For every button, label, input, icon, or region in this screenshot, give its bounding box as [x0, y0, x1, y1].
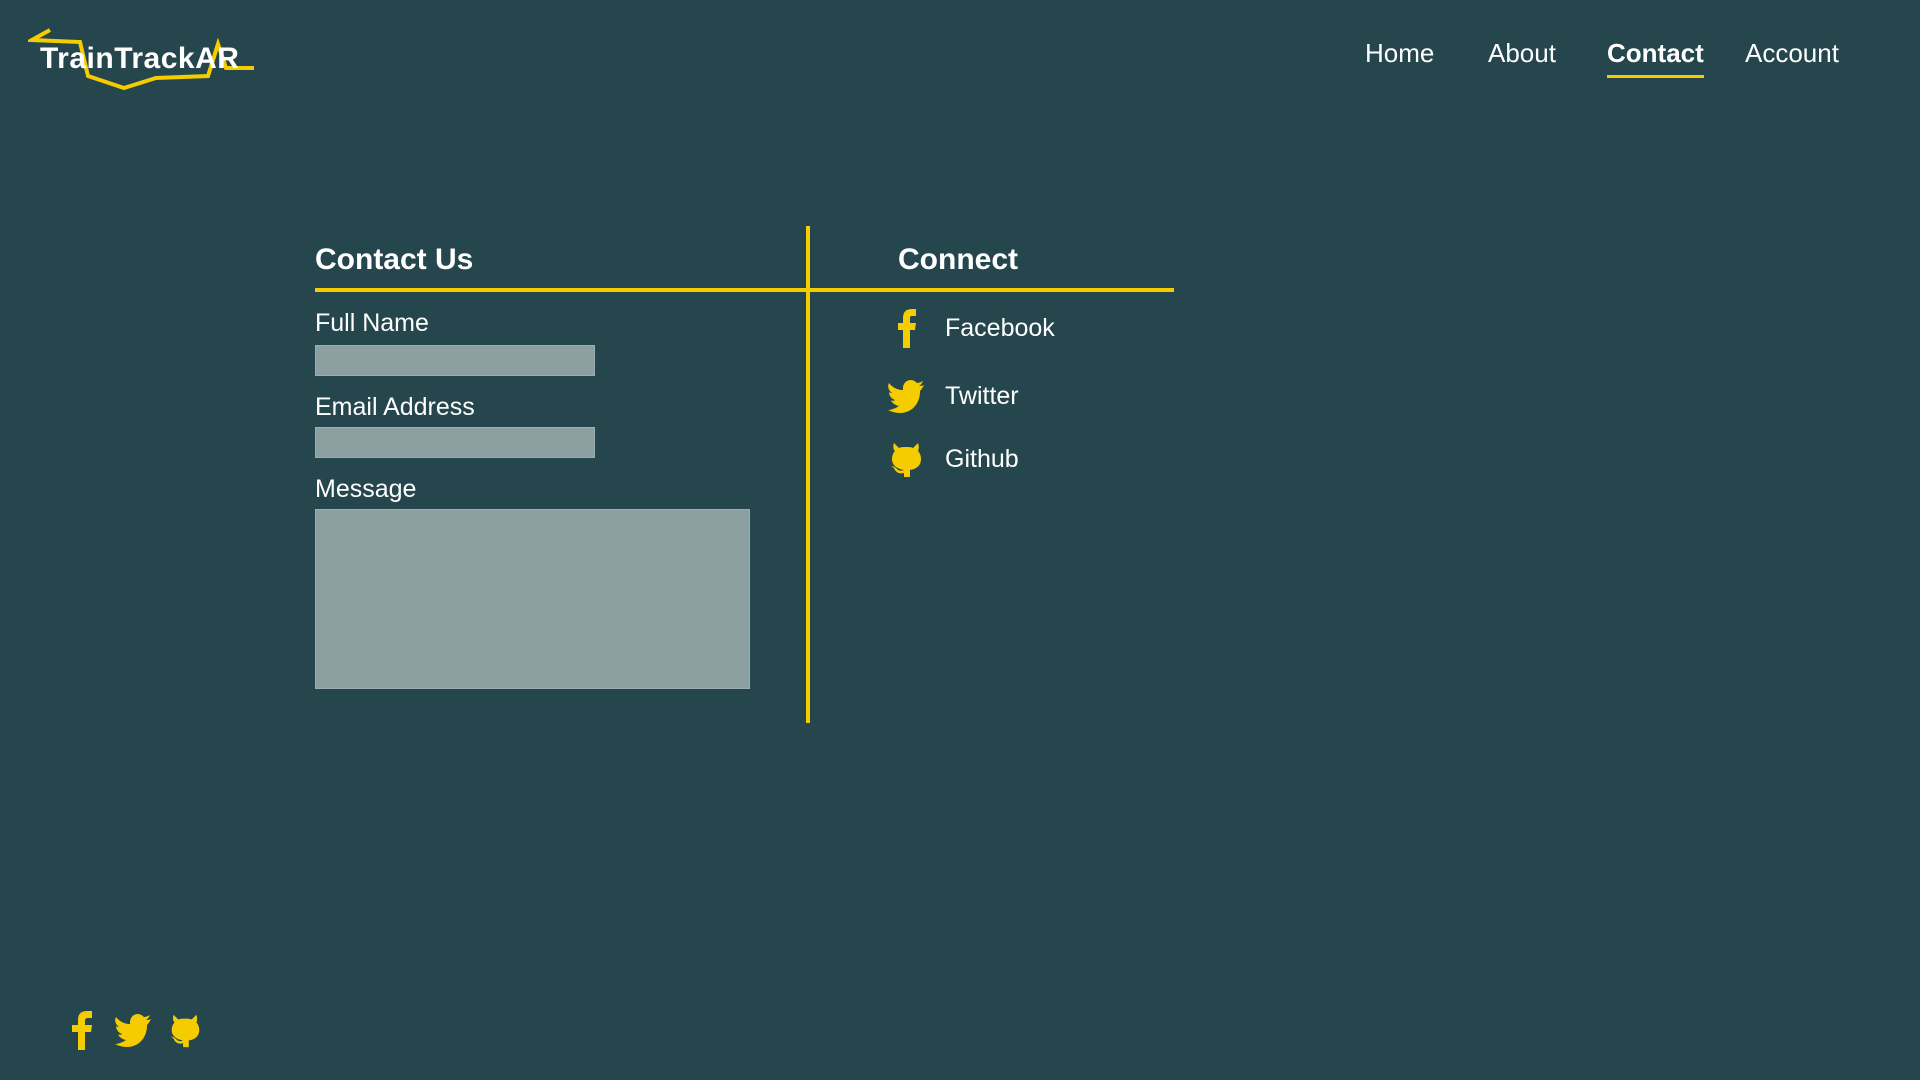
vertical-divider — [806, 226, 810, 723]
message-label: Message — [315, 475, 417, 503]
nav-home[interactable]: Home — [1365, 38, 1434, 75]
github-icon — [886, 437, 926, 481]
full-name-input[interactable] — [315, 345, 595, 376]
main-nav: Home About Contact Account — [0, 38, 1920, 88]
horizontal-divider — [315, 288, 1174, 292]
connect-heading: Connect — [898, 243, 1018, 276]
facebook-icon — [886, 306, 926, 350]
nav-about[interactable]: About — [1488, 38, 1556, 75]
contact-us-heading: Contact Us — [315, 243, 474, 276]
twitter-icon — [886, 374, 926, 418]
full-name-label: Full Name — [315, 309, 429, 337]
contact-page: TrainTrackAR Home About Contact Account … — [0, 0, 1920, 1080]
github-link-label: Github — [945, 445, 1019, 473]
facebook-link-label: Facebook — [945, 314, 1055, 342]
message-textarea[interactable] — [315, 509, 750, 689]
footer-twitter-icon[interactable] — [112, 1008, 154, 1052]
nav-contact[interactable]: Contact — [1607, 38, 1704, 78]
email-address-input[interactable] — [315, 427, 595, 458]
twitter-link-label: Twitter — [945, 382, 1019, 410]
footer-facebook-icon[interactable] — [68, 1008, 98, 1052]
footer-github-icon[interactable] — [166, 1008, 204, 1052]
email-address-label: Email Address — [315, 393, 475, 421]
nav-account[interactable]: Account — [1745, 38, 1839, 75]
